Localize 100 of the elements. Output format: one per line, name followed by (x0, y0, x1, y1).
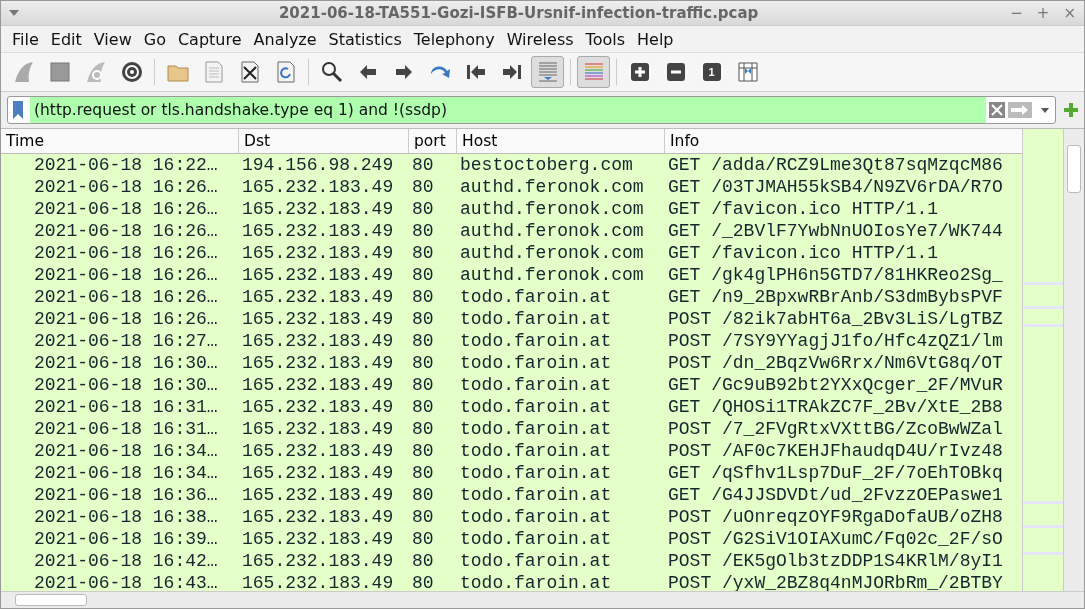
port-cell: 80 (412, 155, 434, 175)
column-header[interactable]: Dst (239, 129, 409, 153)
host-cell: authd.feronok.com (460, 221, 644, 241)
menu-item[interactable]: Help (631, 29, 680, 49)
window-control[interactable]: × (1063, 4, 1076, 22)
search-icon (319, 60, 344, 84)
host-cell: todo.faroin.at (460, 309, 612, 329)
menu-item[interactable]: File (6, 29, 45, 49)
dropdown-caret-icon[interactable] (9, 10, 19, 16)
host-cell: todo.faroin.at (460, 397, 612, 417)
vertical-scrollbar[interactable] (1063, 129, 1084, 591)
dst-cell: 165.232.183.49 (242, 441, 394, 461)
menu-item[interactable]: Analyze (247, 29, 323, 49)
host-cell: todo.faroin.at (460, 419, 612, 439)
stop-icon (47, 60, 72, 84)
port-cell: 80 (412, 419, 434, 439)
host-cell: authd.feronok.com (460, 265, 644, 285)
dropdown-caret-icon[interactable] (1041, 107, 1049, 113)
info-cell: POST /7SY9YYagjJ1fo/Hfc4zQZ1/lm (668, 331, 1003, 351)
port-cell: 80 (412, 529, 434, 549)
colorize-button[interactable] (577, 56, 610, 88)
host-cell: todo.faroin.at (460, 529, 612, 549)
dst-cell: 165.232.183.49 (242, 331, 394, 351)
column-header[interactable]: port (409, 129, 457, 153)
window-title: 2021-06-18-TA551-Gozi-ISFB-Ursnif-infection-traffic.pcap (277, 4, 760, 22)
column-header[interactable]: Time (1, 129, 239, 153)
column-header[interactable]: Host (457, 129, 665, 153)
port-cell: 80 (412, 287, 434, 307)
time-cell: 2021-06-18 16:43… (34, 573, 218, 591)
menu-item[interactable]: Capture (171, 29, 248, 49)
menu-item[interactable]: Statistics (322, 29, 408, 49)
time-cell: 2021-06-18 16:27… (34, 331, 218, 351)
info-cell: GET /03TJMAH55kSB4/N9ZV6rDA/R7O (668, 177, 1003, 197)
info-cell: POST /82ik7abHT6a_2Bv3LiS/LgTBZ (668, 309, 1003, 329)
window-control[interactable]: + (1036, 4, 1050, 22)
time-cell: 2021-06-18 16:26… (34, 221, 218, 241)
host-cell: authd.feronok.com (460, 177, 644, 197)
dst-cell: 165.232.183.49 (242, 529, 394, 549)
info-cell: GET /gk4glPH6n5GTD7/81HKReo2Sg_ (668, 265, 1003, 285)
dst-cell: 165.232.183.49 (242, 309, 394, 329)
host-cell: todo.faroin.at (460, 375, 612, 395)
info-cell: GET /favicon.ico HTTP/1.1 (668, 199, 939, 219)
info-cell: POST /G2SiV1OIAXumC/Fq02c_2F/sO (668, 529, 1003, 549)
info-cell: GET /Gc9uB92bt2YXxQcger_2F/MVuR (668, 375, 1003, 395)
port-cell: 80 (412, 463, 434, 483)
display-filter-field[interactable]: (http.request or tls.handshake.type eq 1) and !(ssdp) (7, 96, 1056, 124)
info-cell: GET /favicon.ico HTTP/1.1 (668, 243, 939, 263)
horizontal-scrollbar[interactable] (1, 591, 1084, 608)
menu-item[interactable]: Tools (579, 29, 631, 49)
time-cell: 2021-06-18 16:39… (34, 529, 218, 549)
info-cell: POST /dn_2BqzVw6Rrx/Nm6VtG8q/OT (668, 353, 1003, 373)
port-cell: 80 (412, 375, 434, 395)
dst-cell: 165.232.183.49 (242, 177, 394, 197)
host-cell: todo.faroin.at (460, 551, 612, 571)
port-cell: 80 (412, 551, 434, 571)
window-control[interactable]: − (1010, 4, 1023, 22)
bookmark-icon[interactable] (13, 101, 23, 119)
menu-item[interactable]: Telephony (407, 29, 501, 49)
info-cell: POST /7_2FVgRtxVXttBG/ZcoBwWZal (668, 419, 1003, 439)
port-cell: 80 (412, 309, 434, 329)
time-cell: 2021-06-18 16:26… (34, 309, 218, 329)
clear-icon[interactable] (989, 102, 1005, 118)
info-cell: POST /AF0c7KEHJFhaudqD4U/rIvz48 (668, 441, 1003, 461)
time-cell: 2021-06-18 16:30… (34, 353, 218, 373)
port-cell: 80 (412, 331, 434, 351)
port-cell: 80 (412, 353, 434, 373)
port-cell: 80 (412, 199, 434, 219)
port-cell: 80 (412, 441, 434, 461)
host-cell: authd.feronok.com (460, 199, 644, 219)
host-cell: bestoctoberg.com (460, 155, 633, 175)
dst-cell: 165.232.183.49 (242, 199, 394, 219)
host-cell: todo.faroin.at (460, 331, 612, 351)
dst-cell: 165.232.183.49 (242, 221, 394, 241)
menu-item[interactable]: Wireless (500, 29, 580, 49)
time-cell: 2021-06-18 16:26… (34, 177, 218, 197)
info-cell: GET /QHOSi1TRAkZC7F_2Bv/XtE_2B8 (668, 397, 1003, 417)
dst-cell: 165.232.183.49 (242, 573, 394, 591)
time-cell: 2021-06-18 16:26… (34, 243, 218, 263)
port-cell: 80 (412, 265, 434, 285)
dst-cell: 165.232.183.49 (242, 507, 394, 527)
columns-icon (735, 60, 760, 84)
menu-item[interactable]: Edit (44, 29, 88, 49)
time-cell: 2021-06-18 16:34… (34, 463, 218, 483)
host-cell: todo.faroin.at (460, 287, 612, 307)
menu-item[interactable]: Go (137, 29, 172, 49)
dst-cell: 165.232.183.49 (242, 287, 394, 307)
host-cell: todo.faroin.at (460, 353, 612, 373)
dst-cell: 165.232.183.49 (242, 265, 394, 285)
info-cell: GET /adda/RCZ9Lme3Qt87sqMzqcM86 (668, 155, 1003, 175)
info-cell: POST /EK5gOlb3tzDDP1S4KRlM/8yI1 (668, 551, 1003, 571)
info-cell: GET /_2BVlF7YwbNnUOIosYe7/WK744 (668, 221, 1003, 241)
add-filter-icon[interactable] (1064, 103, 1078, 117)
dst-cell: 165.232.183.49 (242, 375, 394, 395)
menu-item[interactable]: View (87, 29, 138, 49)
port-cell: 80 (412, 573, 434, 591)
host-cell: todo.faroin.at (460, 441, 612, 461)
time-cell: 2021-06-18 16:22… (34, 155, 218, 175)
port-cell: 80 (412, 485, 434, 505)
info-cell: POST /uOnreqzOYF9RgaDofaUB/oZH8 (668, 507, 1003, 527)
zoom-reset-button[interactable]: 1 (695, 56, 728, 88)
